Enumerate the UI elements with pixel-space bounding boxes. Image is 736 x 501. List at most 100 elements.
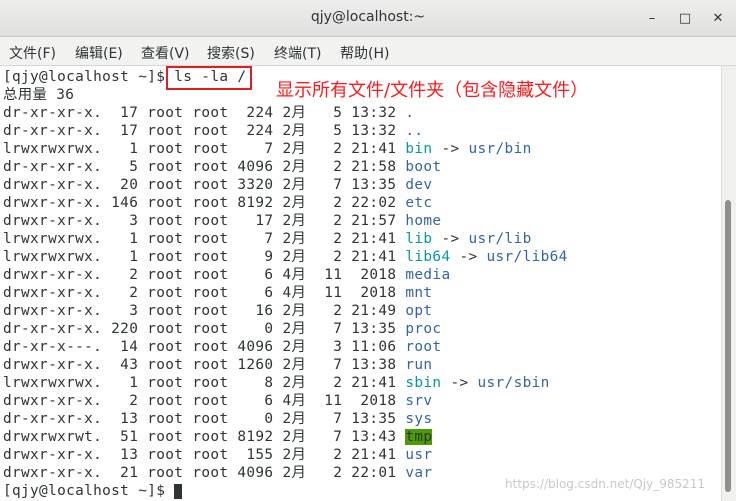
link-arrow: -> [432,231,469,247]
menu-view[interactable]: 查看(V) [141,43,190,63]
file-name: proc [405,321,442,337]
perm-text: drwxr-xr-x. [3,213,103,229]
prompt-line: [qjy@localhost ~]$ [3,482,183,500]
owner-text: root [147,465,184,481]
link-target: usr/bin [468,141,532,157]
perm-text: dr-xr-x---. [3,339,103,355]
owner-text: root [147,267,184,283]
listing-row: dr-xr-xr-x. 17 root root 224 2月 5 13:32 … [3,104,414,122]
file-name: .. [405,123,424,139]
size-text: 8 [228,375,274,391]
month-text: 2月 [282,177,307,193]
owner-text: root [147,195,184,211]
group-text: root [192,177,229,193]
owner-text: root [147,447,184,463]
menu-file[interactable]: 文件(F) [9,43,56,63]
listing-row: dr-xr-xr-x. 17 root root 224 2月 5 13:32 … [3,122,423,140]
date-text: 7 13:38 [306,357,406,373]
minimize-button[interactable]: – [644,11,660,27]
month-text: 2月 [282,465,307,481]
scrollbar-thumb[interactable] [725,200,731,492]
link-arrow: -> [432,141,469,157]
perm-text: dr-xr-xr-x. [3,321,103,337]
links-count: 20 [102,177,139,193]
owner-text: root [147,123,184,139]
menu-terminal[interactable]: 终端(T) [274,43,321,63]
group-text: root [192,267,229,283]
perm-text: drwxr-xr-x. [3,357,103,373]
group-text: root [192,303,229,319]
size-text: 8192 [228,429,274,445]
size-text: 155 [228,447,274,463]
listing-row: dr-xr-xr-x. 13 root root 0 2月 7 13:35 sy… [3,410,432,428]
perm-text: dr-xr-xr-x. [3,123,103,139]
date-text: 11 2018 [306,267,406,283]
title-bar[interactable]: qjy@localhost:~ – □ ✕ [0,0,736,37]
file-name: sbin [405,375,442,391]
date-text: 11 2018 [306,285,406,301]
window-title: qjy@localhost:~ [310,9,426,25]
size-text: 4096 [228,465,274,481]
links-count: 1 [102,375,139,391]
links-count: 2 [102,285,139,301]
date-text: 7 13:35 [306,321,406,337]
file-name: media [405,267,451,283]
owner-text: root [147,321,184,337]
listing-row: drwxr-xr-x. 146 root root 8192 2月 2 22:0… [3,194,432,212]
owner-text: root [147,303,184,319]
month-text: 2月 [282,375,307,391]
links-count: 3 [102,213,139,229]
links-count: 3 [102,303,139,319]
date-text: 2 21:41 [306,375,406,391]
group-text: root [192,465,229,481]
month-text: 2月 [282,429,307,445]
month-text: 2月 [282,447,307,463]
menu-edit[interactable]: 编辑(E) [75,43,123,63]
month-text: 2月 [282,339,307,355]
maximize-button[interactable]: □ [677,11,693,27]
perm-text: lrwxrwxrwx. [3,249,103,265]
date-text: 7 13:43 [306,429,406,445]
group-text: root [192,141,229,157]
terminal-output[interactable]: [qjy@localhost ~]$ ls -la / 总用量 36 dr-xr-x… [0,66,721,501]
owner-text: root [147,105,184,121]
perm-text: lrwxrwxrwx. [3,375,103,391]
link-arrow: -> [450,249,487,265]
menu-help[interactable]: 帮助(H) [340,43,389,63]
menu-search[interactable]: 搜索(S) [207,43,255,63]
close-button[interactable]: ✕ [710,11,726,27]
file-name: root [405,339,442,355]
links-count: 13 [102,411,139,427]
month-text: 2月 [282,159,307,175]
size-text: 17 [228,213,274,229]
listing-row: drwxr-xr-x. 2 root root 6 4月 11 2018 med… [3,266,450,284]
size-text: 8192 [228,195,274,211]
group-text: root [192,105,229,121]
date-text: 11 2018 [306,393,406,409]
month-text: 2月 [282,105,307,121]
size-text: 6 [228,267,274,283]
month-text: 2月 [282,213,307,229]
links-count: 51 [102,429,139,445]
group-text: root [192,321,229,337]
file-name: opt [405,303,433,319]
month-text: 2月 [282,411,307,427]
month-text: 2月 [282,357,307,373]
